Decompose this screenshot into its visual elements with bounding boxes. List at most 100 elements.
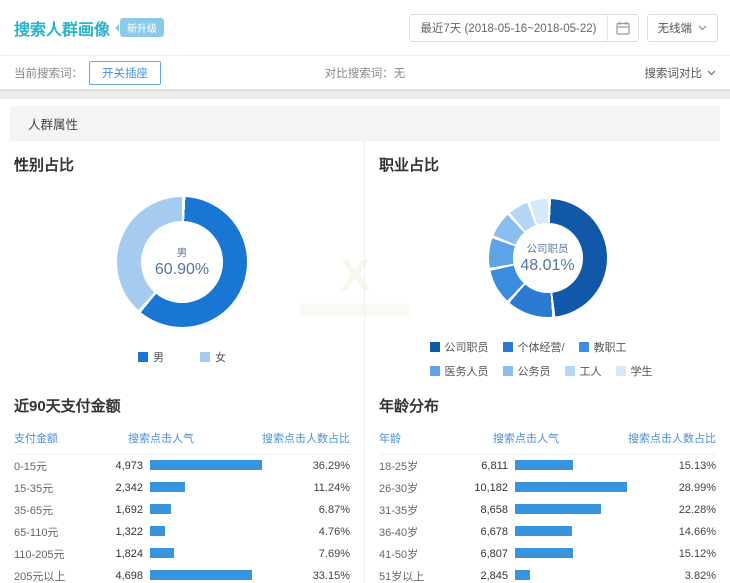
legend-item[interactable]: 工人 <box>565 363 602 379</box>
table-row: 110-205元1,824 7.69% <box>14 543 350 565</box>
payment-table-title: 近90天支付金额 <box>14 379 350 416</box>
age-table-header: 年龄 搜索点击人气 搜索点击人数占比 <box>379 430 716 455</box>
table-row: 41-50岁6,80715.12% <box>379 543 716 565</box>
row-popularity-value: 4,698 <box>106 570 150 582</box>
row-popularity-value: 1,824 <box>106 548 150 560</box>
row-category: 26-30岁 <box>379 480 471 496</box>
occupation-donut-wrap: 公司职员 48.01% <box>489 199 607 317</box>
payment-table-body: 0-15元4,97336.29%15-35元2,34211.24%35-65元1… <box>14 455 350 583</box>
legend-swatch <box>616 366 626 376</box>
row-popularity-value: 6,807 <box>471 548 515 560</box>
column-header: 搜索点击人气 <box>471 430 628 446</box>
table-row: 35-65元1,692 6.87% <box>14 499 350 521</box>
calendar-icon[interactable] <box>607 15 638 41</box>
gender-donut-chart[interactable] <box>117 197 247 327</box>
legend-item[interactable]: 个体经营/ <box>503 339 565 355</box>
legend-item[interactable]: 女 <box>200 349 226 365</box>
row-category: 0-15元 <box>14 458 106 474</box>
row-bar-cell <box>515 504 652 517</box>
row-category: 205元以上 <box>14 568 106 583</box>
legend-swatch <box>430 366 440 376</box>
legend-swatch <box>565 366 575 376</box>
row-share-percent: 28.99% <box>652 482 716 494</box>
row-popularity-value: 6,811 <box>471 460 515 472</box>
row-category: 31-35岁 <box>379 502 471 518</box>
payment-panel: 近90天支付金额 支付金额 搜索点击人气 搜索点击人数占比 0-15元4,973… <box>0 379 365 583</box>
occupation-donut-chart[interactable] <box>489 199 607 317</box>
legend-swatch <box>503 366 513 376</box>
legend-label: 男 <box>153 349 164 365</box>
age-panel: 年龄分布 年龄 搜索点击人气 搜索点击人数占比 18-25岁6,81115.13… <box>365 379 730 583</box>
legend-item[interactable]: 教职工 <box>579 339 627 355</box>
keyword-compare-button[interactable]: 搜索词对比 <box>482 65 716 81</box>
table-row: 65-110元1,3224.76% <box>14 521 350 543</box>
date-range-picker[interactable]: 最近7天 (2018-05-16~2018-05-22) <box>409 14 638 42</box>
tables-row: 近90天支付金额 支付金额 搜索点击人气 搜索点击人数占比 0-15元4,973… <box>0 379 730 583</box>
legend-label: 公务员 <box>518 363 551 379</box>
row-popularity-value: 1,692 <box>106 504 150 516</box>
legend-label: 工人 <box>580 363 602 379</box>
age-table-title: 年龄分布 <box>379 379 716 416</box>
row-bar <box>515 460 573 470</box>
legend-swatch <box>200 352 210 362</box>
row-share-percent: 4.76% <box>286 526 350 538</box>
legend-item[interactable]: 学生 <box>616 363 653 379</box>
payment-table-header: 支付金额 搜索点击人气 搜索点击人数占比 <box>14 430 350 455</box>
current-keyword-tag[interactable]: 开关插座 <box>89 61 161 85</box>
row-popularity-value: 10,182 <box>471 482 515 494</box>
column-header: 搜索点击人数占比 <box>628 430 716 446</box>
row-bar <box>515 482 627 492</box>
compare-keyword-label: 对比搜索词：无 <box>248 65 482 81</box>
gender-panel: 性别占比 男 60.90% 男女 <box>0 141 365 379</box>
date-range-label: 最近7天 (2018-05-16~2018-05-22) <box>410 15 606 41</box>
occupation-chart-title: 职业占比 <box>379 141 716 175</box>
row-share-percent: 14.66% <box>652 526 716 538</box>
legend-label: 公司职员 <box>445 339 489 355</box>
legend-item[interactable]: 医务人员 <box>430 363 489 379</box>
row-bar <box>515 504 601 514</box>
row-bar <box>150 460 262 470</box>
column-header: 搜索点击人气 <box>106 430 262 446</box>
section-header-audience-attributes: 人群属性 <box>10 106 720 141</box>
row-share-percent: 3.82% <box>652 570 716 582</box>
gender-chart-title: 性别占比 <box>14 141 350 175</box>
legend-item[interactable]: 男 <box>138 349 164 365</box>
charts-row: 性别占比 男 60.90% 男女 职业占比 公司职员 48.01% 公司职员个体… <box>0 141 730 379</box>
section-divider <box>0 90 730 99</box>
row-category: 35-65元 <box>14 502 106 518</box>
column-header: 支付金额 <box>14 430 106 446</box>
row-category: 41-50岁 <box>379 546 471 562</box>
chevron-down-icon <box>698 25 707 31</box>
column-header: 搜索点击人数占比 <box>262 430 350 446</box>
terminal-label: 无线端 <box>658 20 693 36</box>
title-wrap: 搜索人群画像 新升级 <box>14 16 164 40</box>
age-table-body: 18-25岁6,81115.13% 26-30岁10,182 28.99% 31-35… <box>379 455 716 583</box>
table-row: 205元以上4,69833.15% <box>14 565 350 583</box>
keyword-compare-label: 搜索词对比 <box>645 65 703 81</box>
row-bar-cell <box>150 526 286 539</box>
table-row: 36-40岁6,67814.66% <box>379 521 716 543</box>
terminal-selector[interactable]: 无线端 <box>647 14 719 42</box>
column-header: 年龄 <box>379 430 471 446</box>
row-share-percent: 7.69% <box>286 548 350 560</box>
legend-item[interactable]: 公务员 <box>503 363 551 379</box>
table-row: 51岁以上2,8453.82% <box>379 565 716 583</box>
row-bar <box>515 526 572 536</box>
row-share-percent: 6.87% <box>286 504 350 516</box>
row-bar-cell <box>150 548 286 561</box>
title-badge: 新升级 <box>120 18 164 37</box>
row-bar-cell <box>515 526 652 539</box>
row-category: 36-40岁 <box>379 524 471 540</box>
table-row: 18-25岁6,81115.13% <box>379 455 716 477</box>
legend-item[interactable]: 公司职员 <box>430 339 489 355</box>
gender-legend: 男女 <box>14 349 350 365</box>
section-title: 人群属性 <box>28 114 78 133</box>
row-category: 110-205元 <box>14 546 106 562</box>
occupation-legend: 公司职员个体经营/教职工医务人员 公务员 工人学生 <box>430 339 666 379</box>
row-bar-cell <box>515 482 652 495</box>
row-category: 65-110元 <box>14 524 106 540</box>
chevron-down-icon <box>707 70 716 76</box>
legend-swatch <box>138 352 148 362</box>
legend-label: 女 <box>215 349 226 365</box>
legend-label: 教职工 <box>594 339 627 355</box>
